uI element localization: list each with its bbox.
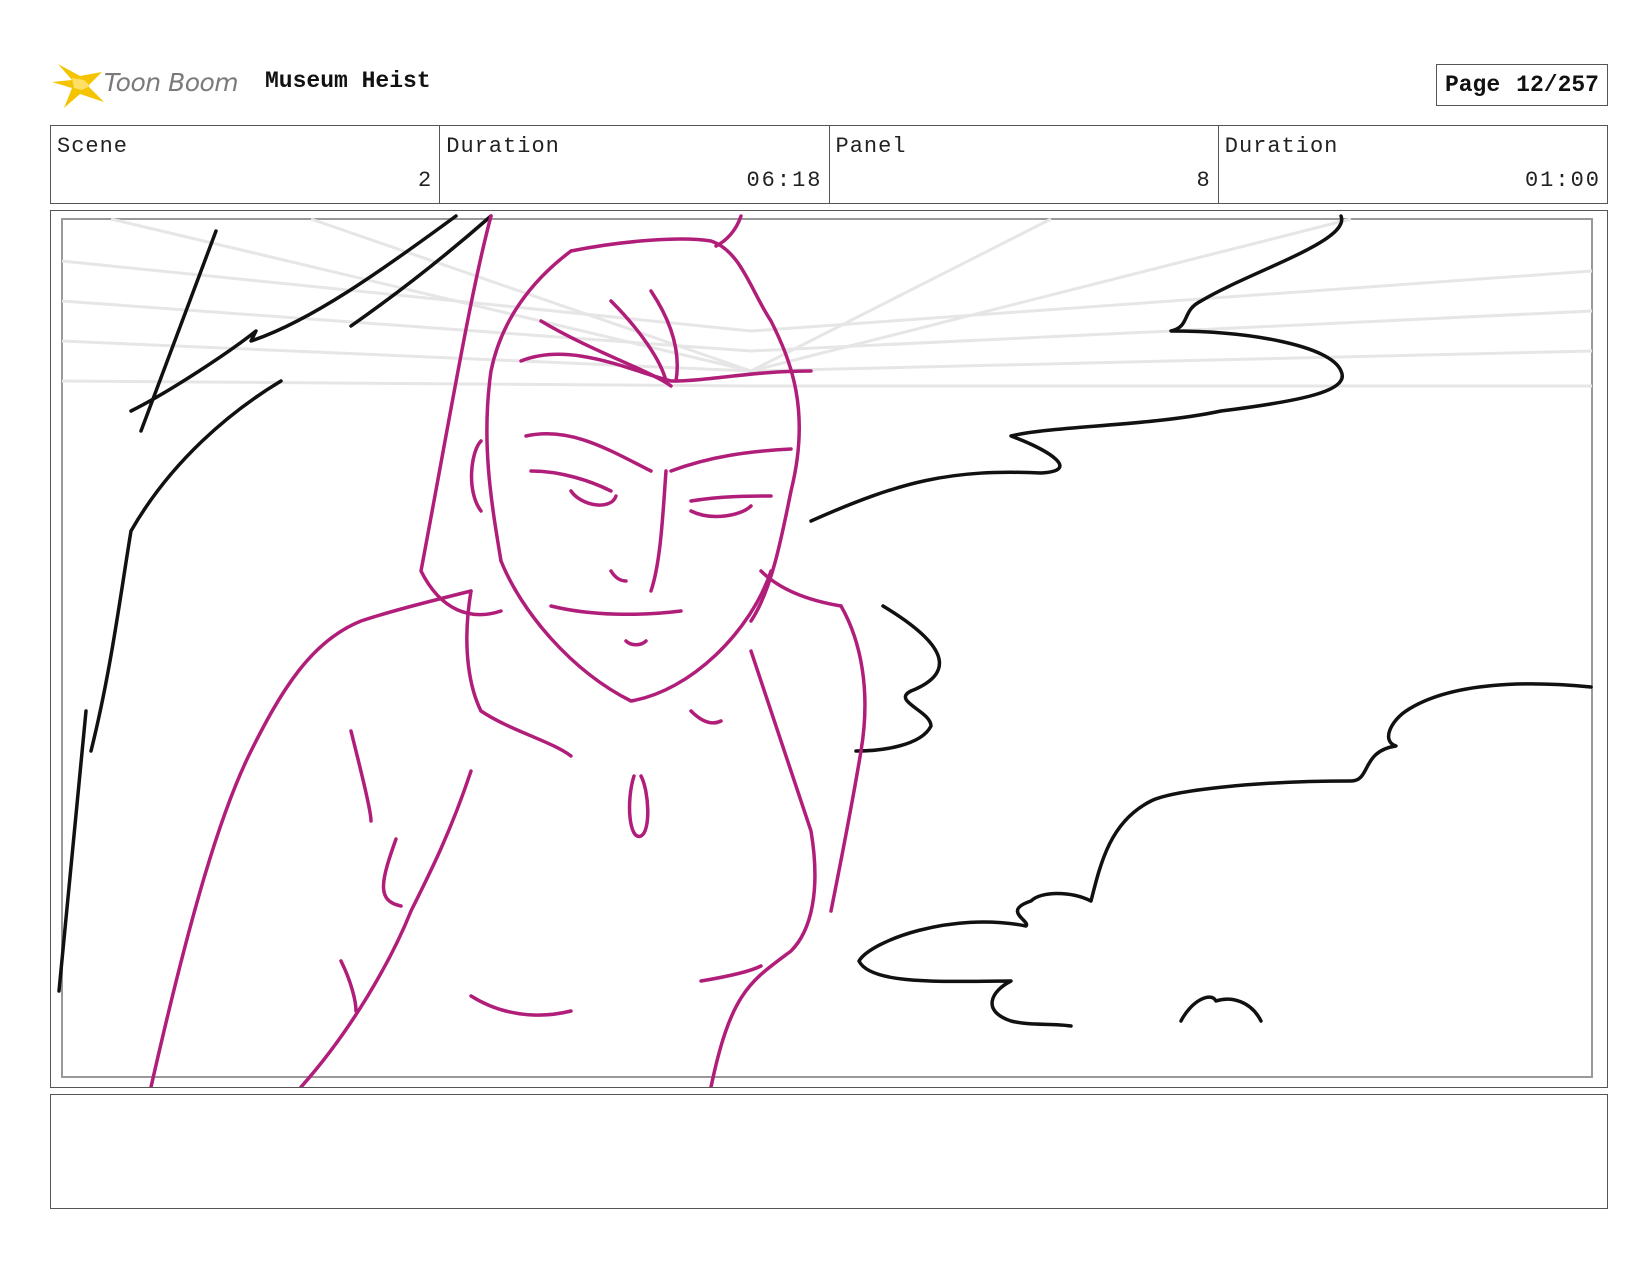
panel-info-row: Scene 2 Duration 06:18 Panel 8 Duration … bbox=[50, 125, 1608, 204]
toon-boom-logo: Toon Boom bbox=[50, 58, 255, 110]
panel-duration-label: Duration bbox=[1224, 134, 1339, 159]
background-lines bbox=[57, 214, 1593, 1028]
scene-duration-label: Duration bbox=[446, 134, 560, 159]
storyboard-panel-image bbox=[50, 210, 1608, 1088]
brand-name: Toon Boom bbox=[104, 68, 239, 97]
scene-value: 2 bbox=[418, 168, 434, 193]
panel-value: 8 bbox=[1196, 168, 1212, 193]
scene-cell: Scene 2 bbox=[51, 126, 441, 203]
page-indicator: Page 12/257 bbox=[1435, 64, 1608, 106]
page-label: Page bbox=[1444, 72, 1501, 98]
panel-duration-value: 01:00 bbox=[1524, 168, 1601, 193]
background-speed-lines bbox=[61, 217, 1593, 388]
panel-label: Panel bbox=[835, 134, 907, 159]
starburst-icon bbox=[52, 64, 104, 108]
panel-sketch bbox=[57, 214, 1593, 1087]
page-number: 12/257 bbox=[1516, 72, 1599, 98]
panel-notes-box bbox=[50, 1094, 1608, 1209]
scene-duration-cell: Duration 06:18 bbox=[440, 126, 830, 203]
scene-label: Scene bbox=[57, 134, 129, 159]
storyboard-header: Toon Boom Museum Heist Page 12/257 bbox=[50, 56, 1608, 110]
character-sketch bbox=[149, 214, 867, 1087]
panel-duration-cell: Duration 01:00 bbox=[1219, 126, 1607, 203]
project-title: Museum Heist bbox=[265, 68, 431, 94]
scene-duration-value: 06:18 bbox=[746, 168, 823, 193]
panel-cell: Panel 8 bbox=[830, 126, 1219, 203]
